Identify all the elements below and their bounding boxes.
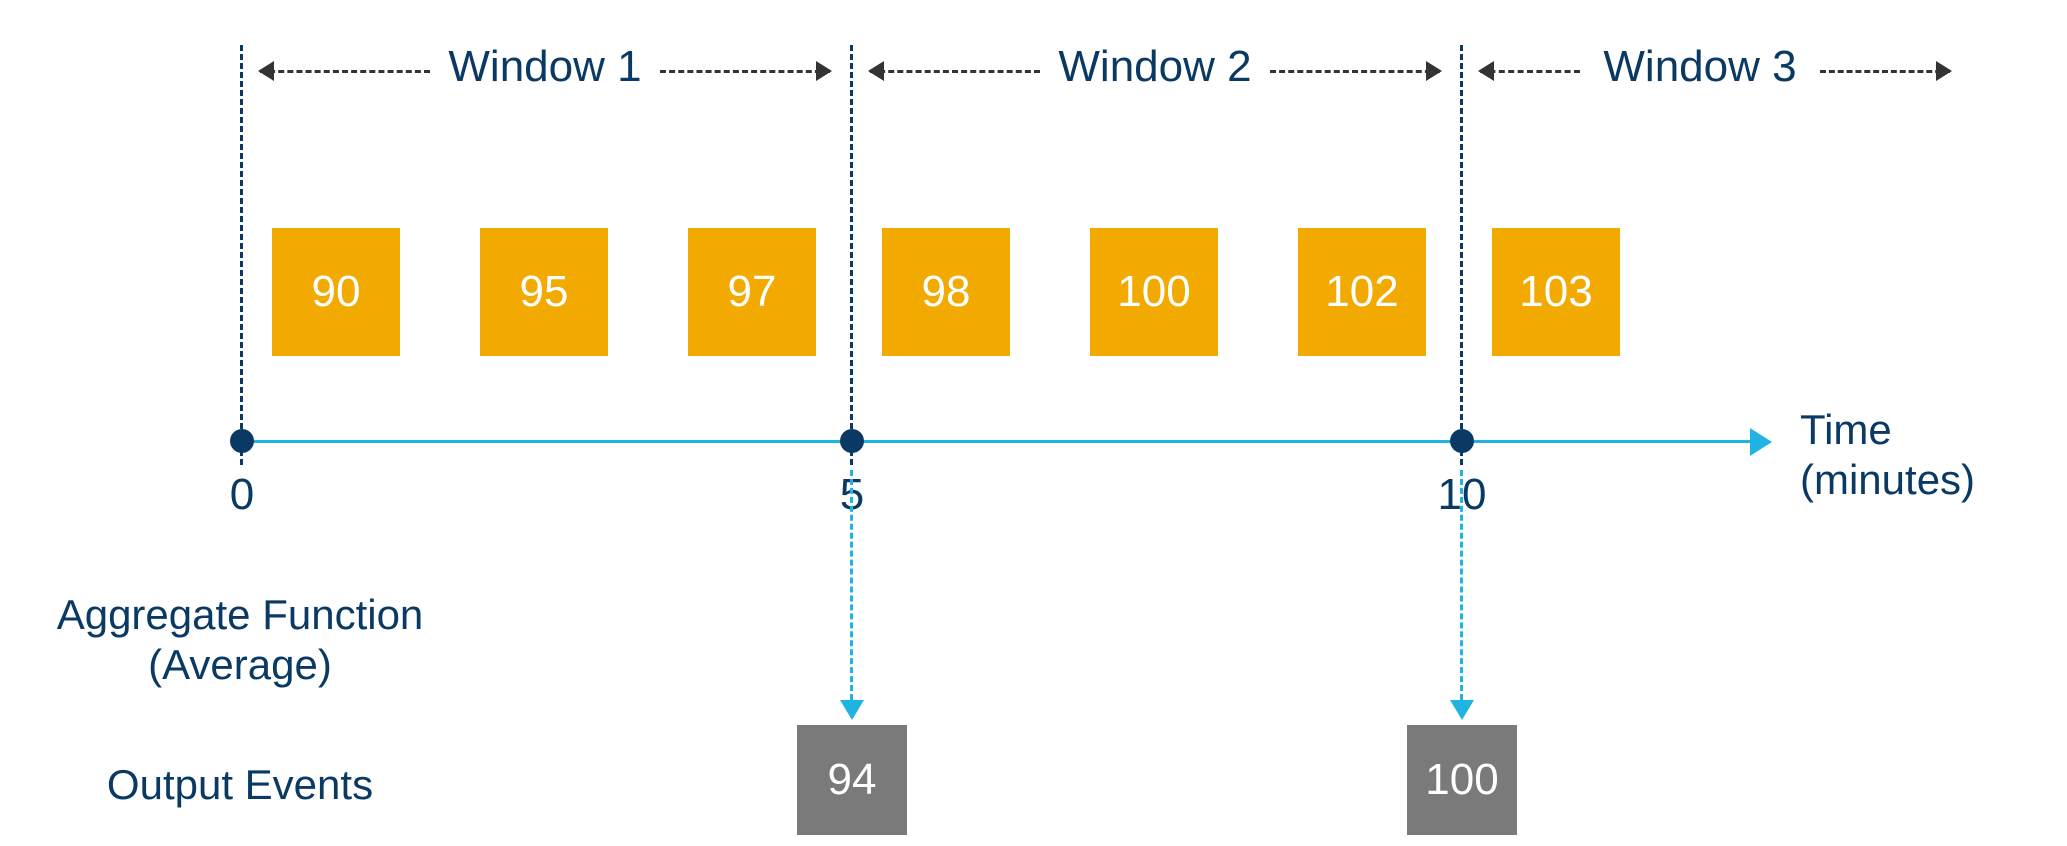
window-range-1-right bbox=[660, 70, 830, 73]
window-range-3-right bbox=[1820, 70, 1950, 73]
event-box: 103 bbox=[1492, 228, 1620, 356]
event-value: 103 bbox=[1519, 267, 1592, 317]
event-value: 100 bbox=[1117, 267, 1190, 317]
window-range-1-left bbox=[260, 70, 430, 73]
window-range-2-right bbox=[1270, 70, 1440, 73]
arrow-down-icon bbox=[1450, 700, 1474, 720]
aggregate-label-line1: Aggregate Function bbox=[40, 590, 440, 640]
output-value: 94 bbox=[828, 755, 877, 805]
window-range-3-left bbox=[1480, 70, 1580, 73]
event-box: 90 bbox=[272, 228, 400, 356]
window-label-1: Window 1 bbox=[448, 42, 641, 92]
tick-dot-5 bbox=[840, 429, 864, 453]
tumbling-window-diagram: Window 1 Window 2 Window 3 90 95 97 98 1… bbox=[0, 0, 2067, 846]
arrow-down-icon bbox=[840, 700, 864, 720]
aggregate-function-label: Aggregate Function (Average) bbox=[40, 590, 440, 691]
window-label-2: Window 2 bbox=[1058, 42, 1251, 92]
arrow-left-icon bbox=[868, 61, 884, 81]
event-value: 102 bbox=[1325, 267, 1398, 317]
arrow-left-icon bbox=[1478, 61, 1494, 81]
event-box: 102 bbox=[1298, 228, 1426, 356]
arrow-left-icon bbox=[258, 61, 274, 81]
tick-label: 0 bbox=[230, 470, 254, 520]
arrow-right-icon bbox=[1936, 61, 1952, 81]
window-range-2-left bbox=[870, 70, 1040, 73]
event-value: 98 bbox=[922, 267, 971, 317]
window-label-3: Window 3 bbox=[1603, 42, 1796, 92]
event-box: 97 bbox=[688, 228, 816, 356]
axis-label-line2: (minutes) bbox=[1800, 455, 1975, 505]
window-divider-0 bbox=[240, 45, 243, 465]
event-box: 95 bbox=[480, 228, 608, 356]
timeline-arrow-icon bbox=[1750, 428, 1772, 456]
timeline bbox=[240, 440, 1750, 443]
event-box: 98 bbox=[882, 228, 1010, 356]
output-box: 100 bbox=[1407, 725, 1517, 835]
output-value: 100 bbox=[1425, 755, 1498, 805]
tick-dot-0 bbox=[230, 429, 254, 453]
axis-label: Time (minutes) bbox=[1800, 405, 1975, 506]
window-divider-2 bbox=[1460, 45, 1463, 465]
axis-label-line1: Time bbox=[1800, 405, 1975, 455]
event-box: 100 bbox=[1090, 228, 1218, 356]
output-events-label: Output Events bbox=[40, 760, 440, 810]
arrow-right-icon bbox=[1426, 61, 1442, 81]
event-value: 97 bbox=[728, 267, 777, 317]
arrow-right-icon bbox=[816, 61, 832, 81]
event-value: 95 bbox=[520, 267, 569, 317]
output-arrow-2 bbox=[1460, 470, 1463, 700]
output-box: 94 bbox=[797, 725, 907, 835]
tick-dot-10 bbox=[1450, 429, 1474, 453]
window-divider-1 bbox=[850, 45, 853, 465]
output-arrow-1 bbox=[850, 470, 853, 700]
aggregate-label-line2: (Average) bbox=[40, 640, 440, 690]
event-value: 90 bbox=[312, 267, 361, 317]
